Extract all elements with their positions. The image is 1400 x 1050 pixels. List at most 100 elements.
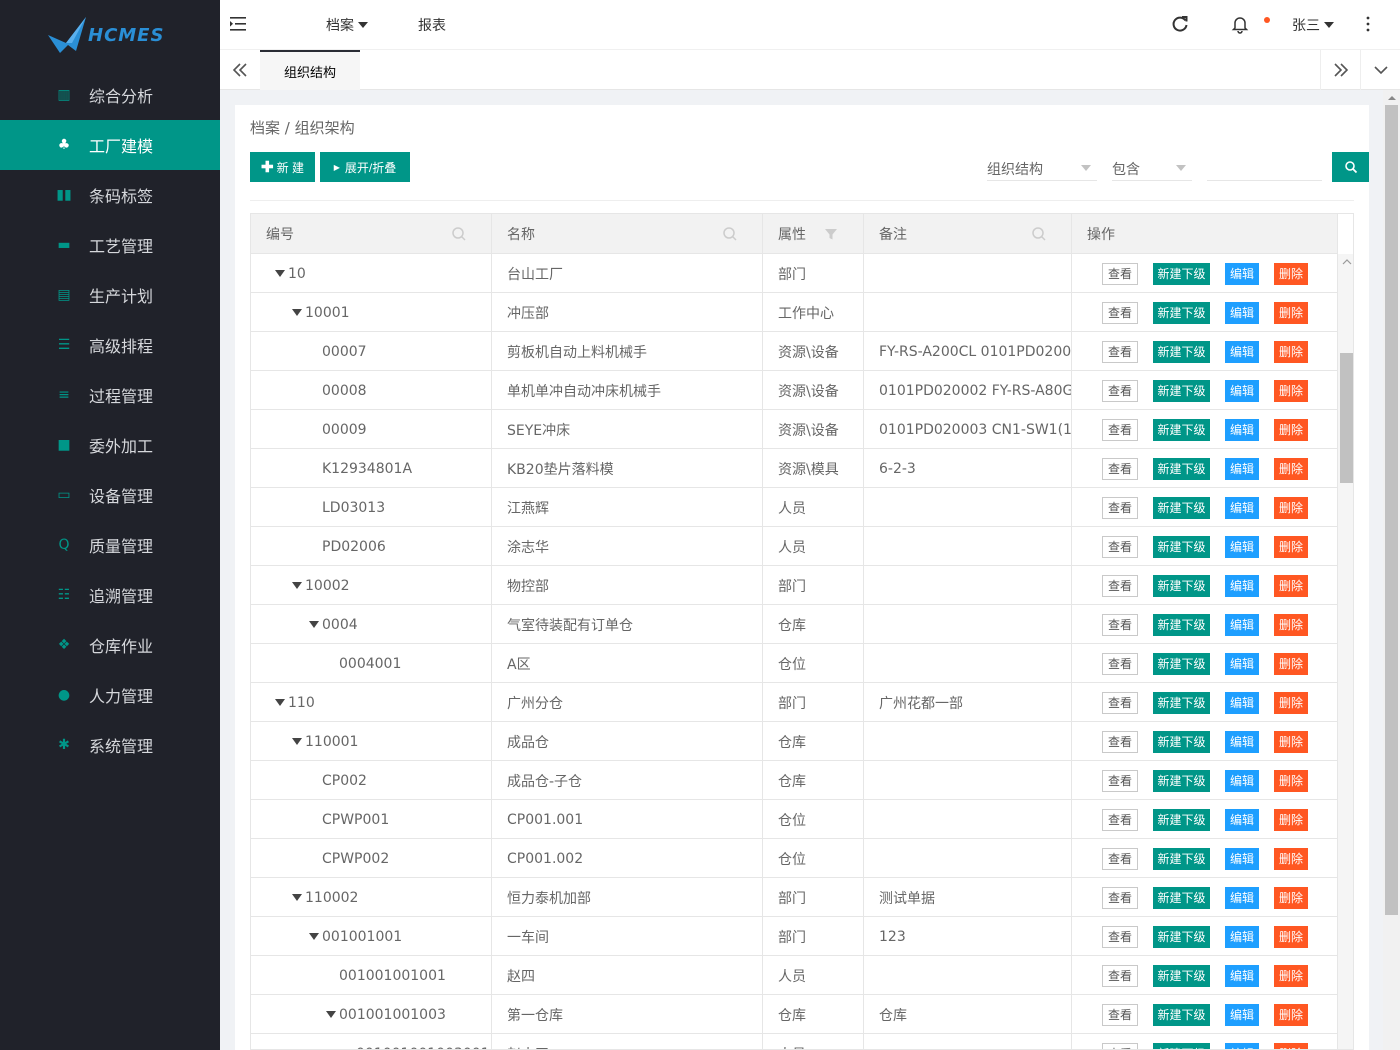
add-child-button[interactable]: 新建下级	[1153, 730, 1210, 753]
sidebar-item-8[interactable]: ▭ 设备管理	[0, 470, 220, 520]
tree-toggle-icon[interactable]	[292, 309, 302, 316]
sidebar-item-13[interactable]: ✱ 系统管理	[0, 720, 220, 770]
edit-button[interactable]: 编辑	[1225, 418, 1259, 441]
delete-button[interactable]: 删除	[1274, 262, 1308, 285]
tree-toggle-icon[interactable]	[309, 621, 319, 628]
edit-button[interactable]: 编辑	[1225, 301, 1259, 324]
table-row[interactable]: 00008 单机单冲自动冲床机械手 资源\设备 0101PD020002 FY-RS-…	[251, 371, 1338, 410]
delete-button[interactable]: 删除	[1274, 301, 1308, 324]
filter-field-select[interactable]: 组织结构	[987, 159, 1097, 181]
edit-button[interactable]: 编辑	[1225, 379, 1259, 402]
view-button[interactable]: 查看	[1102, 964, 1138, 987]
col-header-note[interactable]: 备注	[864, 214, 1072, 254]
search-button[interactable]	[1332, 152, 1369, 182]
page-scrollbar[interactable]	[1383, 90, 1400, 1050]
delete-button[interactable]: 删除	[1274, 340, 1308, 363]
add-child-button[interactable]: 新建下级	[1153, 886, 1210, 909]
add-child-button[interactable]: 新建下级	[1153, 1042, 1210, 1049]
delete-button[interactable]: 删除	[1274, 1003, 1308, 1026]
edit-button[interactable]: 编辑	[1225, 925, 1259, 948]
scroll-up-icon[interactable]	[1342, 258, 1352, 266]
sidebar-item-7[interactable]: ■ 委外加工	[0, 420, 220, 470]
add-child-button[interactable]: 新建下级	[1153, 1003, 1210, 1026]
delete-button[interactable]: 删除	[1274, 847, 1308, 870]
delete-button[interactable]: 删除	[1274, 1042, 1308, 1049]
menu-report[interactable]: 报表	[418, 0, 446, 50]
table-row[interactable]: K12934801A KB20垫片落料模 资源\模具 6-2-3 查看 新建下级 编辑 删除	[251, 449, 1338, 488]
sidebar-item-3[interactable]: ▬ 工艺管理	[0, 220, 220, 270]
edit-button[interactable]: 编辑	[1225, 535, 1259, 558]
view-button[interactable]: 查看	[1102, 613, 1138, 636]
view-button[interactable]: 查看	[1102, 1003, 1138, 1026]
search-icon[interactable]	[451, 226, 467, 242]
bell-icon[interactable]	[1230, 14, 1250, 34]
view-button[interactable]: 查看	[1102, 496, 1138, 519]
view-button[interactable]: 查看	[1102, 340, 1138, 363]
view-button[interactable]: 查看	[1102, 262, 1138, 285]
tab-scroll-right-icon[interactable]	[1320, 50, 1360, 90]
delete-button[interactable]: 删除	[1274, 691, 1308, 714]
filter-op-select[interactable]: 包含	[1112, 159, 1192, 181]
sidebar-item-11[interactable]: ❖ 仓库作业	[0, 620, 220, 670]
edit-button[interactable]: 编辑	[1225, 730, 1259, 753]
tree-toggle-icon[interactable]	[326, 1011, 336, 1018]
sidebar-item-6[interactable]: ≡ 过程管理	[0, 370, 220, 420]
tree-toggle-icon[interactable]	[292, 894, 302, 901]
table-row[interactable]: CPWP002 CP001.002 仓位 查看 新建下级 编辑 删除	[251, 839, 1338, 878]
view-button[interactable]: 查看	[1102, 769, 1138, 792]
add-child-button[interactable]: 新建下级	[1153, 418, 1210, 441]
menu-archive[interactable]: 档案	[326, 0, 368, 50]
view-button[interactable]: 查看	[1102, 457, 1138, 480]
add-child-button[interactable]: 新建下级	[1153, 925, 1210, 948]
sidebar-item-2[interactable]: ▮▮ 条码标签	[0, 170, 220, 220]
col-header-code[interactable]: 编号	[251, 214, 492, 254]
sidebar-item-5[interactable]: ☰ 高级排程	[0, 320, 220, 370]
table-row[interactable]: 001001001003001赵小玉人员查看 新建下级 编辑 删除	[251, 1034, 1338, 1049]
view-button[interactable]: 查看	[1102, 808, 1138, 831]
add-child-button[interactable]: 新建下级	[1153, 964, 1210, 987]
add-child-button[interactable]: 新建下级	[1153, 769, 1210, 792]
col-header-name[interactable]: 名称	[492, 214, 763, 254]
delete-button[interactable]: 删除	[1274, 418, 1308, 441]
delete-button[interactable]: 删除	[1274, 964, 1308, 987]
search-icon[interactable]	[722, 226, 738, 242]
more-vertical-icon[interactable]	[1358, 14, 1378, 34]
refresh-icon[interactable]	[1170, 14, 1190, 34]
sidebar-item-12[interactable]: ● 人力管理	[0, 670, 220, 720]
table-row[interactable]: CP002 成品仓-子仓 仓库 查看 新建下级 编辑 删除	[251, 761, 1338, 800]
view-button[interactable]: 查看	[1102, 730, 1138, 753]
table-row[interactable]: 00007 剪板机自动上料机械手 资源\设备 FY-RS-A200CL 0101PD0…	[251, 332, 1338, 371]
edit-button[interactable]: 编辑	[1225, 613, 1259, 636]
edit-button[interactable]: 编辑	[1225, 457, 1259, 480]
edit-button[interactable]: 编辑	[1225, 1042, 1259, 1049]
edit-button[interactable]: 编辑	[1225, 886, 1259, 909]
add-child-button[interactable]: 新建下级	[1153, 379, 1210, 402]
expand-collapse-button[interactable]: ▶ 展开/折叠	[320, 152, 410, 182]
tree-toggle-icon[interactable]	[275, 270, 285, 277]
add-child-button[interactable]: 新建下级	[1153, 691, 1210, 714]
table-row[interactable]: 001001001003 第一仓库 仓库 仓库 查看 新建下级 编辑 删除	[251, 995, 1338, 1034]
delete-button[interactable]: 删除	[1274, 925, 1308, 948]
edit-button[interactable]: 编辑	[1225, 574, 1259, 597]
view-button[interactable]: 查看	[1102, 1042, 1138, 1049]
view-button[interactable]: 查看	[1102, 652, 1138, 675]
delete-button[interactable]: 删除	[1274, 379, 1308, 402]
edit-button[interactable]: 编辑	[1225, 496, 1259, 519]
view-button[interactable]: 查看	[1102, 925, 1138, 948]
sidebar-item-1[interactable]: ♣ 工厂建模	[0, 120, 220, 170]
table-row[interactable]: CPWP001 CP001.001 仓位 查看 新建下级 编辑 删除	[251, 800, 1338, 839]
menu-toggle-icon[interactable]	[230, 14, 248, 34]
add-child-button[interactable]: 新建下级	[1153, 808, 1210, 831]
table-row[interactable]: 110 广州分仓 部门 广州花都一部 查看 新建下级 编辑 删除	[251, 683, 1338, 722]
edit-button[interactable]: 编辑	[1225, 652, 1259, 675]
add-child-button[interactable]: 新建下级	[1153, 496, 1210, 519]
delete-button[interactable]: 删除	[1274, 769, 1308, 792]
tree-toggle-icon[interactable]	[292, 582, 302, 589]
page-scrollbar-thumb[interactable]	[1385, 105, 1398, 915]
table-row[interactable]: 001001001001 赵四 人员 查看 新建下级 编辑 删除	[251, 956, 1338, 995]
sidebar-item-4[interactable]: ▤ 生产计划	[0, 270, 220, 320]
tree-toggle-icon[interactable]	[309, 933, 319, 940]
view-button[interactable]: 查看	[1102, 301, 1138, 324]
edit-button[interactable]: 编辑	[1225, 808, 1259, 831]
sidebar-item-9[interactable]: Q 质量管理	[0, 520, 220, 570]
